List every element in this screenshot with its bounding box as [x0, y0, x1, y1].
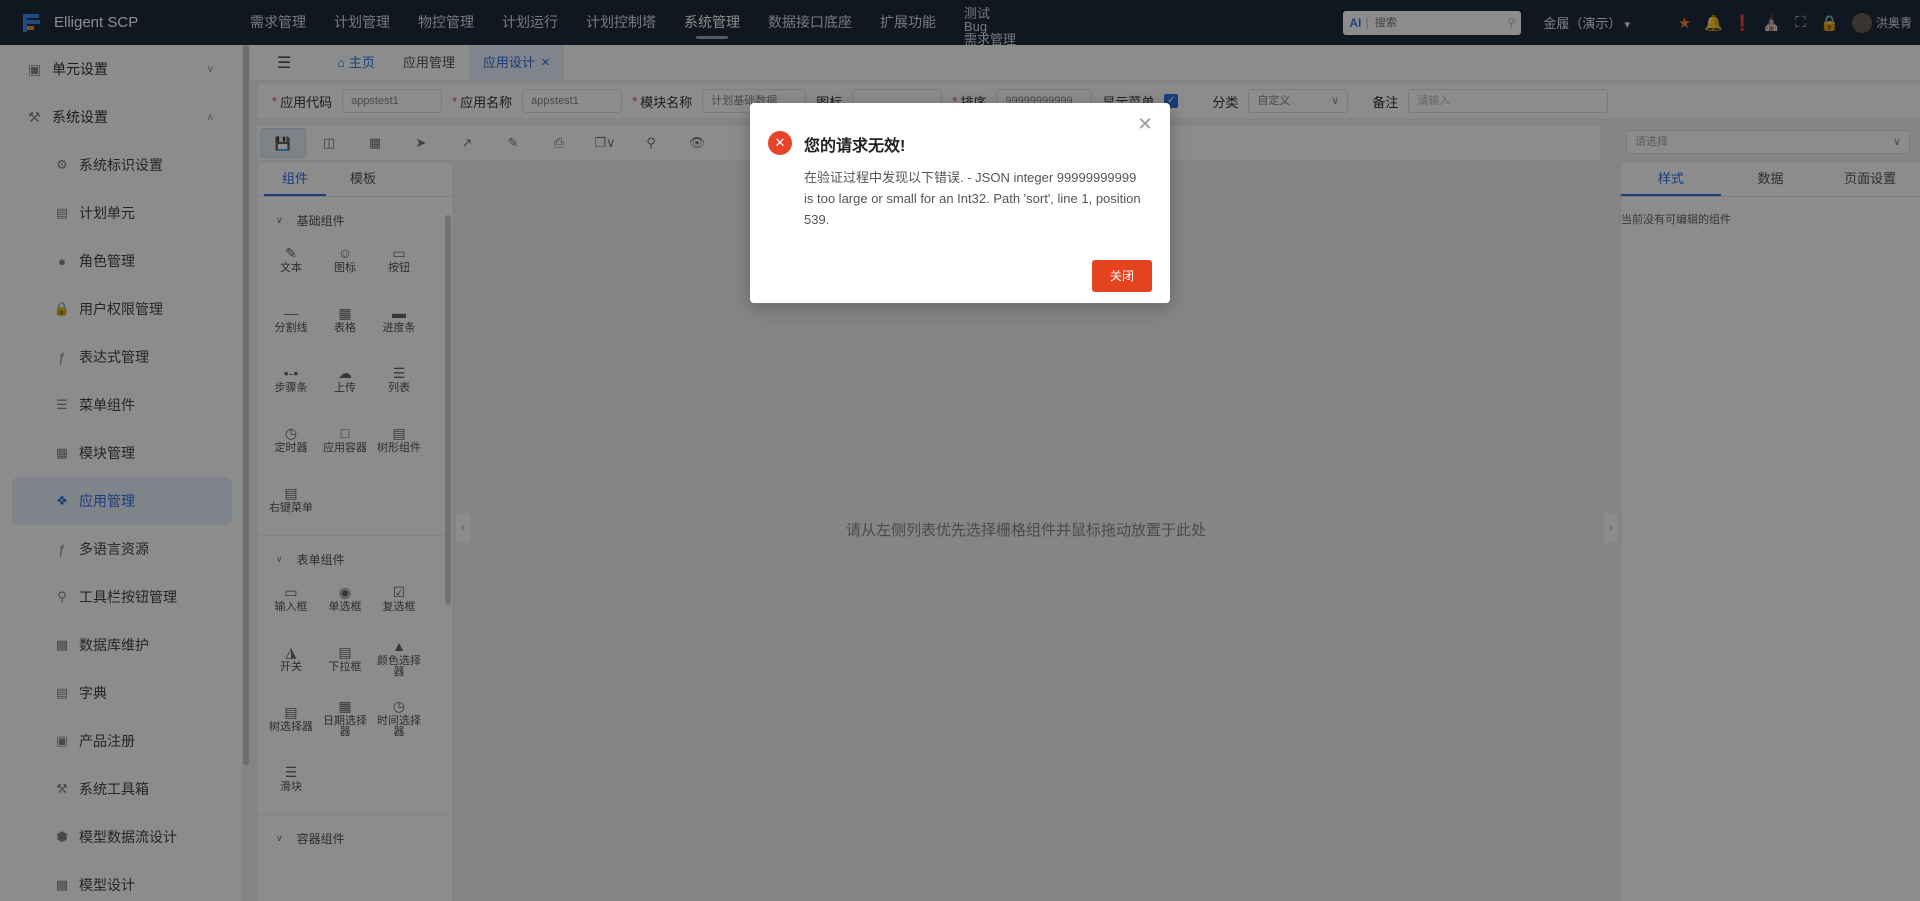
dialog-message: 在验证过程中发现以下错误. - JSON integer 99999999999… [804, 170, 1141, 227]
dialog-title: 您的请求无效! [804, 138, 906, 155]
close-button[interactable]: 关闭 [1092, 260, 1152, 292]
error-icon: ✕ [768, 131, 792, 155]
close-icon[interactable]: ✕ [1136, 115, 1154, 133]
error-dialog: ✕ ✕ 您的请求无效! 在验证过程中发现以下错误. - JSON integer… [750, 103, 1170, 303]
